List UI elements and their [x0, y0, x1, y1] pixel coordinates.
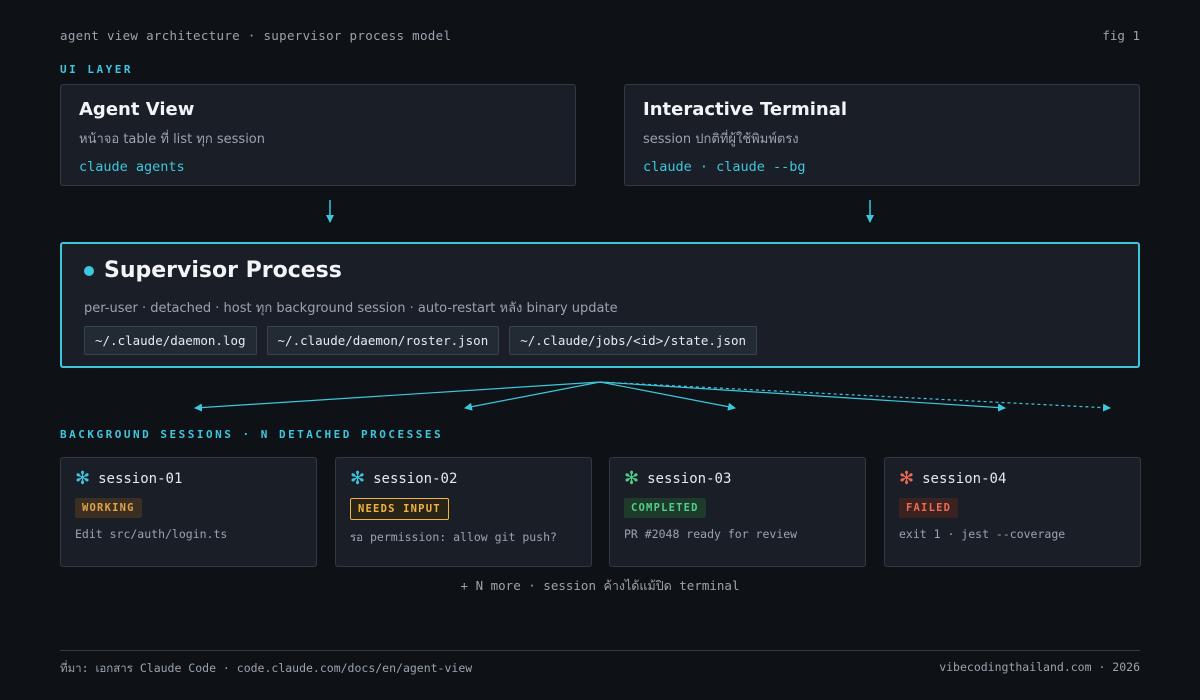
footer-divider	[60, 650, 1140, 651]
session-name: session-03	[647, 471, 732, 487]
session-detail: exit 1 · jest --coverage	[899, 527, 1066, 541]
supervisor-to-session-04-arrow	[599, 381, 1006, 412]
supervisor-to-session-01-arrow	[194, 381, 601, 412]
asterisk-icon: ✻	[899, 468, 915, 489]
supervisor-desc: per-user · detached · host ทุก backgroun…	[84, 301, 618, 316]
more-sessions-note: + N more · session ค้างได้แม้ปิด termina…	[460, 578, 740, 593]
footer-credit: vibecodingthailand.com · 2026	[939, 660, 1140, 674]
session-detail: Edit src/auth/login.ts	[75, 527, 228, 541]
footer-source: ที่มา: เอกสาร Claude Code · code.claude.…	[60, 661, 473, 675]
supervisor-title: Supervisor Process	[104, 258, 342, 283]
session-card: ✻ session-01 WORKING Edit src/auth/login…	[60, 457, 317, 567]
path-chip: ~/.claude/daemon/roster.json	[266, 326, 500, 355]
status-dot-icon	[84, 265, 94, 276]
status-badge: COMPLETED	[624, 498, 706, 518]
session-name: session-04	[922, 471, 1007, 487]
status-badge: WORKING	[75, 498, 142, 518]
status-badge: NEEDS INPUT	[350, 498, 449, 520]
supervisor-to-more-sessions-arrow	[599, 381, 1111, 412]
asterisk-icon: ✻	[75, 468, 91, 489]
asterisk-icon: ✻	[624, 468, 640, 489]
session-name: session-02	[373, 471, 458, 487]
session-card: ✻ session-03 COMPLETED PR #2048 ready fo…	[609, 457, 866, 567]
supervisor-process-box: Supervisor Process per-user · detached ·…	[60, 242, 1140, 368]
asterisk-icon: ✻	[350, 468, 366, 489]
status-badge: FAILED	[899, 498, 959, 518]
session-card: ✻ session-04 FAILED exit 1 · jest --cove…	[884, 457, 1141, 567]
session-name: session-01	[98, 471, 183, 487]
path-chip: ~/.claude/jobs/<id>/state.json	[509, 326, 758, 355]
background-sessions-label: BACKGROUND SESSIONS · N DETACHED PROCESS…	[60, 428, 444, 441]
session-detail: รอ permission: allow git push?	[350, 530, 557, 544]
path-chip: ~/.claude/daemon.log	[84, 326, 257, 355]
session-detail: PR #2048 ready for review	[624, 527, 798, 541]
session-card: ✻ session-02 NEEDS INPUT รอ permission: …	[335, 457, 592, 567]
supervisor-paths: ~/.claude/daemon.log ~/.claude/daemon/ro…	[84, 326, 1116, 355]
